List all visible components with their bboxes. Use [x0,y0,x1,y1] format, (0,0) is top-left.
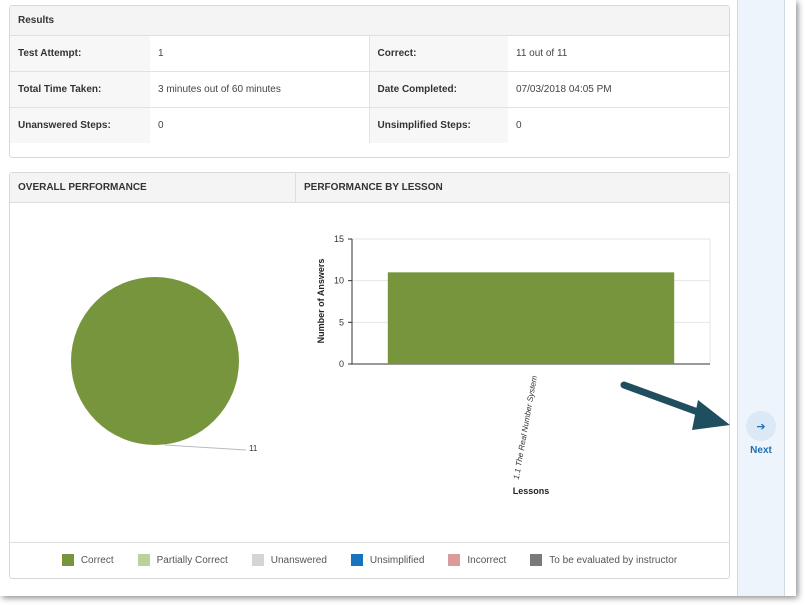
legend-swatch [137,554,150,566]
legend-item: Unsimplified [350,554,425,566]
results-title: Results [18,15,55,26]
bar [387,272,675,364]
y-tick-label: 5 [339,317,344,327]
unsimplified-steps-label: Unsimplified Steps: [369,107,508,143]
annotation-arrow-icon [620,381,730,430]
legend-swatch [350,554,363,566]
legend-item: Correct [61,554,114,566]
window-frame: Results Test Attempt: 1 Correct: 11 out … [0,0,796,596]
legend-label: Unsimplified [369,554,425,566]
results-panel: Results Test Attempt: 1 Correct: 11 out … [9,5,730,158]
results-table: Test Attempt: 1 Correct: 11 out of 11 To… [10,36,729,143]
pie-label-leader [164,444,247,451]
unanswered-steps-value: 0 [150,107,370,143]
pie-data-label: 11 [249,444,258,453]
next-button[interactable]: ➔ Next [746,411,776,456]
legend-swatch [61,554,74,566]
total-time-label: Total Time Taken: [10,71,150,108]
chart-legend: Correct Partially Correct Unanswered Unsimp… [10,542,729,577]
y-axis-label: Number of Answers [316,259,326,344]
legend-item: Incorrect [448,554,506,566]
results-header: Results [10,6,729,36]
unsimplified-steps-value: 0 [516,120,522,131]
arrow-right-icon[interactable]: ➔ [746,411,776,441]
charts-area: 11 0 5 10 15 1.1 The Real Number System Lesson… [71,234,711,496]
test-attempt-label: Test Attempt: [10,36,150,72]
legend-label: Incorrect [467,554,507,566]
legend-label: To be evaluated by instructor [549,554,678,566]
table-row: Total Time Taken: 3 minutes out of 60 mi… [10,71,729,108]
legend-item: Unanswered [251,554,327,566]
legend-item: To be evaluated by instructor [530,554,677,566]
next-label[interactable]: Next [746,445,776,456]
overall-performance-title: OVERALL PERFORMANCE [10,173,296,202]
x-tick-label: 1.1 The Real Number System [512,374,539,480]
y-tick-label: 10 [334,276,344,286]
performance-by-lesson-title: PERFORMANCE BY LESSON [304,182,443,193]
correct-value: 11 out of 11 [508,36,729,72]
x-axis-label: Lessons [513,486,550,496]
y-tick-label: 15 [334,234,344,244]
right-sidebar [737,0,785,596]
pie-slice [71,277,239,445]
unanswered-steps-label: Unanswered Steps: [10,107,150,143]
legend-swatch [251,554,264,566]
legend-swatch [448,554,461,566]
legend-label: Correct [80,554,114,566]
legend-label: Unanswered [270,554,327,566]
table-row: Test Attempt: 1 Correct: 11 out of 11 [10,36,729,72]
y-tick-label: 0 [339,359,344,369]
correct-label: Correct: [369,36,508,72]
performance-header: OVERALL PERFORMANCE PERFORMANCE BY LESSO… [10,173,729,203]
legend-label: Partially Correct [156,554,228,566]
test-attempt-value: 1 [150,36,370,72]
total-time-value: 3 minutes out of 60 minutes [150,71,370,108]
main-content: Results Test Attempt: 1 Correct: 11 out … [0,0,736,596]
legend-item: Partially Correct [137,554,228,566]
legend-swatch [530,554,543,566]
date-completed-value: 07/03/2018 04:05 PM [508,71,729,108]
table-row: Unanswered Steps: 0 Unsimplified Steps: … [10,107,729,143]
date-completed-label: Date Completed: [369,71,508,108]
